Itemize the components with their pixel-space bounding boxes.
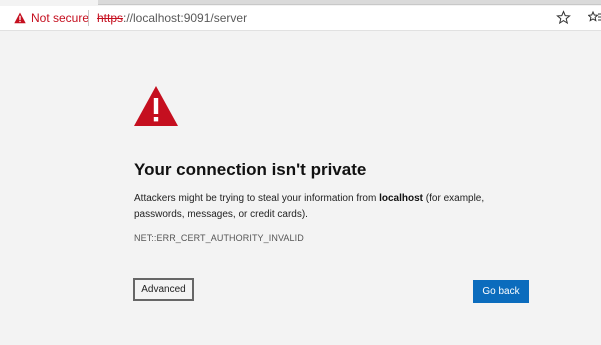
warning-triangle-icon[interactable] <box>14 12 26 24</box>
favorites-icon[interactable] <box>588 10 601 25</box>
star-icon[interactable] <box>556 10 571 25</box>
error-page: Your connection isn't private Attackers … <box>0 31 601 345</box>
url-host-path: ://localhost:9091/server <box>123 11 248 25</box>
error-code: NET::ERR_CERT_AUTHORITY_INVALID <box>134 233 304 243</box>
host-name: localhost <box>379 193 424 204</box>
url-scheme: https <box>97 11 124 25</box>
advanced-button[interactable]: Advanced <box>133 278 194 301</box>
tab-strip-line <box>98 0 601 5</box>
error-description: Attackers might be trying to steal your … <box>134 191 534 223</box>
url-field[interactable]: https://localhost:9091/server <box>97 11 247 25</box>
description-text: Attackers might be trying to steal your … <box>134 193 380 204</box>
address-bar[interactable]: Not secure https://localhost:9091/server <box>0 6 601 31</box>
go-back-button[interactable]: Go back <box>473 280 529 303</box>
address-separator <box>88 10 89 26</box>
page-title: Your connection isn't private <box>134 160 367 179</box>
not-secure-label[interactable]: Not secure <box>31 11 89 25</box>
warning-triangle-icon <box>134 86 178 126</box>
